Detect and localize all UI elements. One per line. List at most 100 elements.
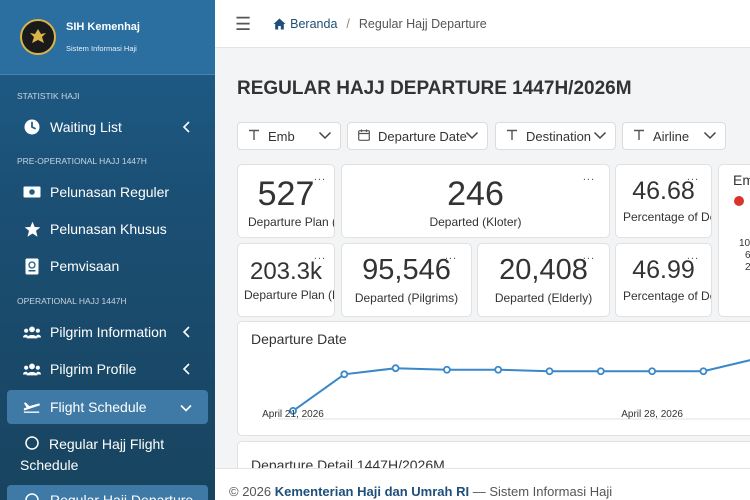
filter-airline[interactable]: Airline [622, 122, 726, 150]
filter-icon [248, 129, 260, 144]
data-point[interactable] [340, 370, 349, 379]
chevron-down-icon [465, 129, 479, 144]
sidebar-item-label: Pilgrim Profile [50, 361, 137, 377]
sidebar-item-pelunasan-khusus[interactable]: Pelunasan Khusus [7, 212, 208, 246]
plane-icon [23, 398, 41, 416]
sidebar-item-pelunasan-reguler[interactable]: Pelunasan Reguler [7, 175, 208, 209]
departure-date-chart-card: Departure Date April 21, 2026 April 28, 2… [237, 321, 750, 436]
data-point[interactable] [391, 364, 400, 373]
stat-label: Departure Plan (Kloter) [248, 215, 334, 229]
footer-system: Sistem Informasi Haji [489, 484, 613, 499]
series-line [292, 359, 750, 412]
x-tick-label: April 28, 2026 [621, 409, 683, 420]
filter-icon [633, 129, 645, 144]
data-point[interactable] [442, 365, 451, 374]
topbar: ☰ Beranda / Regular Hajj Departure [215, 0, 750, 48]
filter-icon [506, 129, 518, 144]
chevron-down-icon [180, 400, 192, 418]
stat-card-departure-plan-pilgrims: ... 203.3k Departure Plan (Pilgrims) [237, 243, 335, 317]
page-title: REGULAR HAJJ DEPARTURE 1447H/2026M [237, 78, 632, 99]
star-icon [23, 220, 41, 238]
sidebar-item-flight-schedule[interactable]: Flight Schedule [7, 390, 208, 424]
section-pre-operational: PRE-OPERATIONAL HAJJ 1447H [17, 156, 147, 166]
stat-card-departed-elderly: ... 20,408 Departed (Elderly) [477, 243, 610, 317]
partial-card-title: Em [733, 172, 750, 188]
users-icon [23, 323, 41, 341]
users-icon [23, 360, 41, 378]
sidebar-item-label: Pelunasan Khusus [50, 221, 167, 237]
stat-value: 46.68 [632, 177, 695, 205]
brand-header[interactable]: SIH Kemenhaj Sistem Informasi Haji [0, 0, 215, 75]
stat-label: Departure Plan (Pilgrims) [244, 288, 334, 302]
breadcrumb-current: Regular Hajj Departure [358, 16, 487, 31]
chevron-left-icon [182, 325, 192, 343]
sidebar-item-pilgrim-profile[interactable]: Pilgrim Profile [7, 352, 208, 386]
clock-icon [23, 118, 41, 136]
footer-org: Kementerian Haji dan Umrah RI [274, 484, 470, 499]
stat-label: Departed (Elderly) [494, 291, 593, 305]
filter-label: Airline [653, 128, 690, 144]
filter-destination[interactable]: Destination [495, 122, 616, 150]
sidebar-subitem-regular-hajj-flight-schedule[interactable]: Regular Hajj Flight Schedule [20, 434, 210, 476]
data-point[interactable] [699, 367, 708, 376]
departure-date-line-chart: April 21, 2026 April 28, 2026 [262, 359, 750, 420]
data-point[interactable] [545, 367, 554, 376]
sidebar-subitem-label: Regular Hajj Departure [50, 492, 194, 500]
sidebar-subitem-label: Regular Hajj Flight Schedule [20, 436, 165, 473]
stat-value: 527 [257, 175, 315, 213]
data-point[interactable] [596, 367, 605, 376]
breadcrumb: Beranda / Regular Hajj Departure [273, 17, 487, 31]
filter-departure-date[interactable]: Departure Date [347, 122, 488, 150]
passport-icon [23, 257, 41, 275]
money-icon [23, 183, 41, 201]
sidebar-item-pemvisaan[interactable]: Pemvisaan [7, 249, 208, 283]
sidebar-item-waiting-list[interactable]: Waiting List [7, 110, 208, 144]
garuda-emblem-icon [20, 19, 56, 55]
sidebar: SIH Kemenhaj Sistem Informasi Haji STATI… [0, 0, 215, 500]
sidebar-item-label: Pelunasan Reguler [50, 184, 170, 200]
filter-emb[interactable]: Emb [237, 122, 341, 150]
sidebar-item-label: Pemvisaan [50, 258, 120, 274]
stat-value: 203.3k [249, 258, 323, 285]
stat-label: Departed (Pilgrims) [354, 291, 459, 305]
filter-label: Departure Date [378, 128, 467, 144]
circle-icon [25, 436, 39, 450]
brand-subtitle: Sistem Informasi Haji [66, 44, 137, 53]
partial-chart-card: Em 10 6 2 [718, 164, 750, 317]
data-point[interactable] [648, 367, 657, 376]
stat-value: 95,546 [362, 254, 451, 286]
filter-label: Destination [526, 128, 592, 144]
main-content: ☰ Beranda / Regular Hajj Departure REGUL… [215, 0, 750, 500]
stat-value: 246 [447, 175, 504, 213]
partial-axis-label: 6 [745, 250, 750, 261]
breadcrumb-home-label: Beranda [290, 16, 338, 31]
stat-value: 20,408 [499, 254, 588, 286]
brand-title: SIH Kemenhaj [66, 21, 140, 33]
breadcrumb-home[interactable]: Beranda [273, 17, 337, 31]
stat-card-percentage-kloter: ... 46.68 Percentage of Departed (Kloter… [615, 164, 712, 238]
partial-axis-label: 2 [745, 262, 750, 273]
legend-dot-icon [734, 196, 744, 206]
footer: © 2026 Kementerian Haji dan Umrah RI — S… [215, 468, 750, 500]
chevron-down-icon [318, 129, 332, 144]
footer-dash: — [472, 484, 486, 499]
partial-axis-label: 10 [739, 238, 750, 249]
calendar-icon [358, 129, 370, 144]
chevron-down-icon [593, 129, 607, 144]
breadcrumb-separator: / [346, 16, 350, 31]
hamburger-menu-icon[interactable]: ☰ [235, 15, 251, 33]
stat-label: Percentage of Departed (Kloter) [623, 210, 711, 224]
x-tick-label: April 21, 2026 [262, 409, 324, 420]
circle-icon [23, 491, 41, 500]
section-statistik-haji: STATISTIK HAJI [17, 91, 80, 101]
data-point[interactable] [494, 365, 503, 374]
section-operational: OPERATIONAL HAJJ 1447H [17, 296, 127, 306]
sidebar-item-label: Flight Schedule [50, 399, 147, 415]
sidebar-item-label: Waiting List [50, 119, 122, 135]
stat-value: 46.99 [632, 256, 695, 284]
stat-card-departure-plan-kloter: ... 527 Departure Plan (Kloter) [237, 164, 335, 238]
sidebar-item-pilgrim-information[interactable]: Pilgrim Information [7, 315, 208, 349]
sidebar-subitem-regular-hajj-departure[interactable]: Regular Hajj Departure [7, 485, 208, 500]
stat-label: Percentage of Departed (Pilgrims) [623, 289, 711, 303]
stat-card-departed-pilgrims: ... 95,546 Departed (Pilgrims) [341, 243, 472, 317]
